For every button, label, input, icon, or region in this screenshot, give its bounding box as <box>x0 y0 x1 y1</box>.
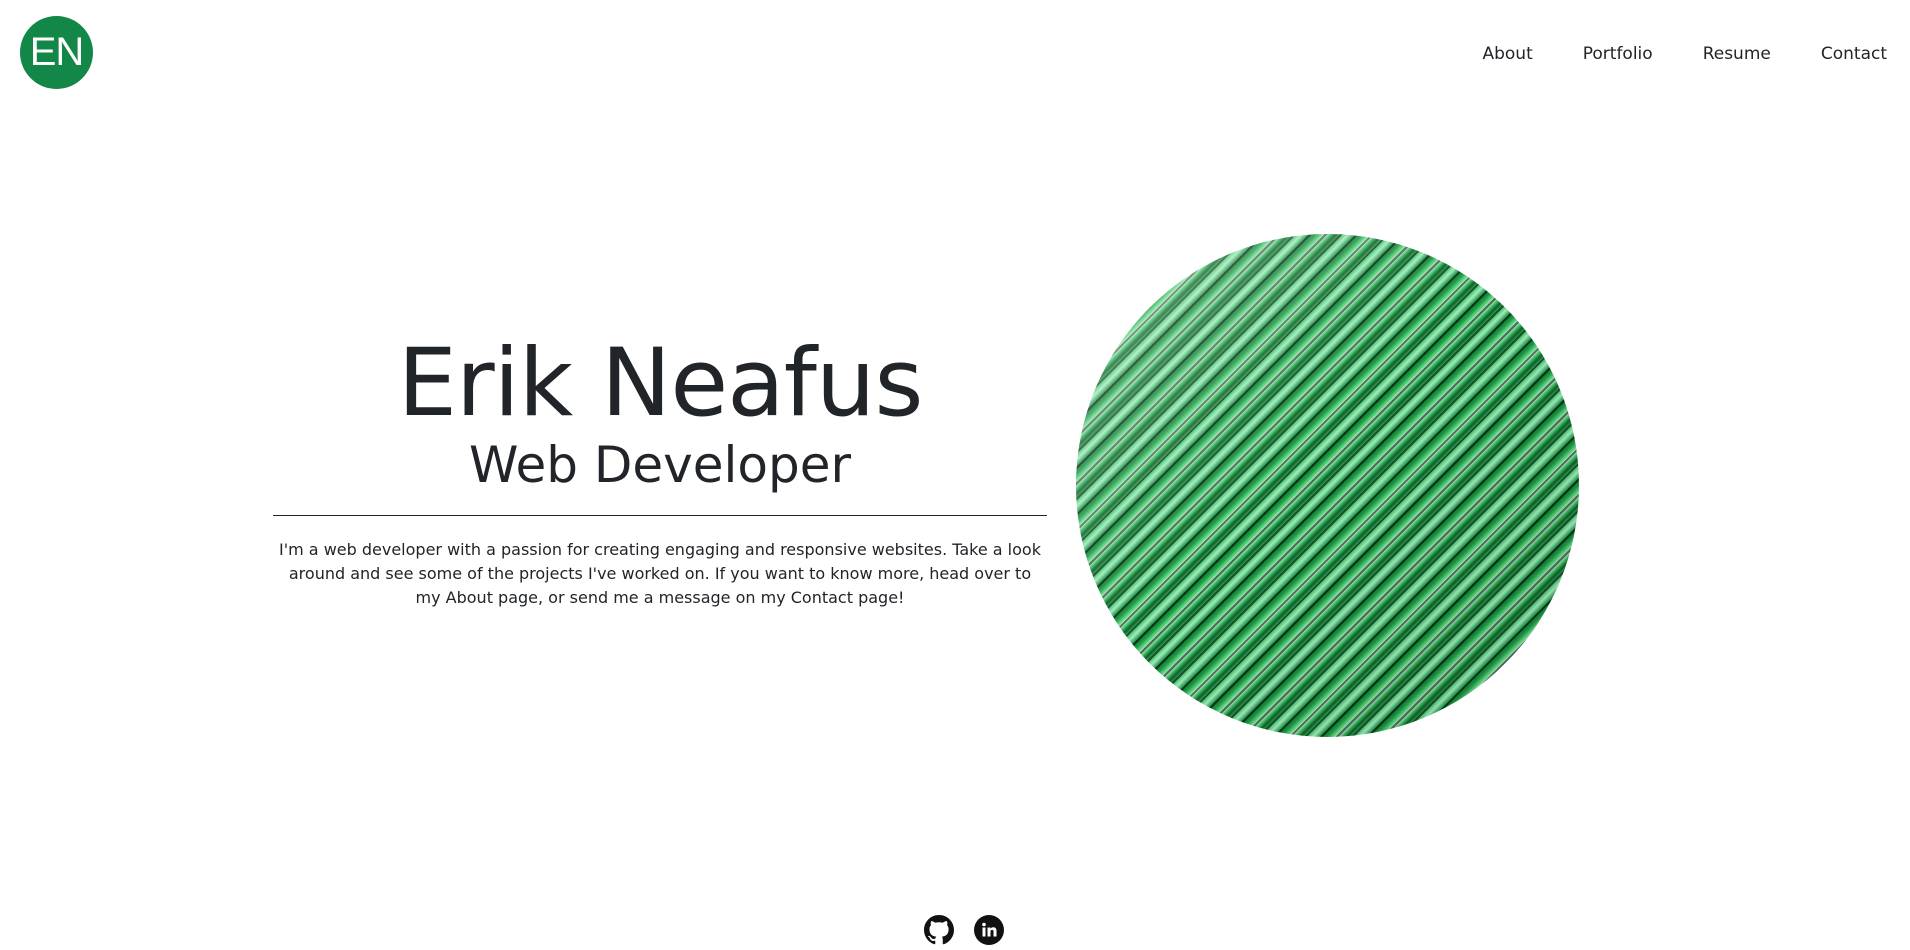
github-icon <box>924 915 954 945</box>
green-abstract-image <box>1076 234 1579 737</box>
hero-role: Web Developer <box>468 436 852 495</box>
nav-link-resume[interactable]: Resume <box>1703 44 1771 64</box>
linkedin-icon <box>974 915 1004 945</box>
nav-link-about[interactable]: About <box>1482 44 1532 64</box>
linkedin-link[interactable] <box>974 915 1004 945</box>
hero-text-block: Erik Neafus Web Developer I'm a web deve… <box>273 329 1047 610</box>
logo-link[interactable]: EN <box>20 16 93 89</box>
nav-link-portfolio[interactable]: Portfolio <box>1583 44 1653 64</box>
hero-divider <box>273 515 1047 517</box>
hero-name: Erik Neafus <box>397 329 924 438</box>
main-nav: About Portfolio Resume Contact <box>1482 44 1887 64</box>
nav-link-contact[interactable]: Contact <box>1821 44 1887 64</box>
logo-text: EN <box>29 30 85 74</box>
page: EN About Portfolio Resume Contact Erik N… <box>0 0 1910 950</box>
social-links <box>924 915 1004 945</box>
hero-intro: I'm a web developer with a passion for c… <box>279 540 1041 608</box>
github-link[interactable] <box>924 915 954 945</box>
